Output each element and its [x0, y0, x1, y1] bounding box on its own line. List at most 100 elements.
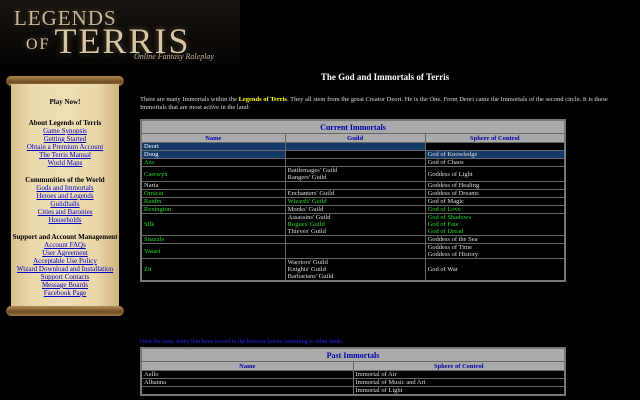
past-col-sphere: Sphere of Control	[352, 361, 566, 371]
cell-line: God of Fate	[427, 221, 459, 228]
support-link-account-faqs[interactable]: Account FAQs	[11, 241, 119, 249]
support-link-message-boards[interactable]: Message Boards	[11, 281, 119, 289]
past-caption: Past Immortals	[140, 347, 566, 362]
about-heading: About Legends of Terris	[28, 119, 102, 127]
past-immortal-sphere: Immortal of Light	[352, 386, 566, 396]
cell-line: Goddess of Healing	[427, 182, 480, 189]
immortal-name: Caerwyn	[140, 166, 286, 182]
table-row[interactable]: Snazzle Goddess of the Sea	[140, 235, 566, 244]
support-link-support-contacts[interactable]: Support Contacts	[11, 273, 119, 281]
immortal-name: Ornicat	[140, 189, 286, 198]
immortal-name: Doug	[140, 150, 286, 159]
table-row[interactable]: Doug God of Knowledge	[140, 150, 566, 159]
table-row[interactable]: Caerwyn Battlemages' Guild Rangers' Guild G…	[140, 166, 566, 182]
intro-text: There are many Immortals within the Lege…	[140, 96, 630, 112]
cell-line: Warriors' Guild	[287, 259, 328, 266]
table-row[interactable]: Alhanna Immortal of Music and Art	[140, 378, 566, 387]
immortal-guild	[284, 235, 426, 244]
immortal-sphere: God of Knowledge	[424, 150, 566, 159]
past-note: Over the eons, many that have served in …	[140, 339, 344, 345]
table-row[interactable]: Immortal of Light	[140, 386, 566, 396]
immortal-name: Vasari	[140, 243, 286, 259]
communities-heading: Communities of the World	[25, 176, 105, 184]
cell-line: Thieves' Guild	[287, 228, 326, 235]
logo-tagline: Online Fantasy Roleplay	[134, 52, 214, 61]
immortal-guild: Warriors' Guild Knights' Guild Barbarians'…	[284, 258, 426, 282]
sidebar-scroll: Play Now! About Legends of Terris Game S…	[6, 76, 124, 316]
cell-line: Barbarians' Guild	[287, 273, 334, 280]
table-row[interactable]: Rexington Monks' Guild God of Love	[140, 205, 566, 214]
cell-line: Wizards' Guild	[287, 198, 327, 205]
cell-line: God of War	[427, 266, 458, 273]
support-link-user-agreement[interactable]: User Agreement	[11, 249, 119, 257]
table-row[interactable]: Deori	[140, 142, 566, 151]
table-row[interactable]: Axs God of Chaos	[140, 158, 566, 167]
past-immortals-table: Past Immortals Name Sphere of Control Ae…	[140, 347, 566, 396]
cell-line: Knights' Guild	[287, 266, 326, 273]
logo-of: OF	[26, 35, 51, 53]
immortal-name: Rexington	[140, 205, 286, 214]
cell-line: God of Magic	[427, 198, 465, 205]
immortal-sphere: God of Chaos	[424, 158, 566, 167]
immortal-guild: Assassins' Guild Rogues' Guild Thieves' Gu…	[284, 213, 426, 236]
cell-line: God of Shadows	[427, 214, 471, 221]
immortal-sphere: Goddess of Dreams	[424, 189, 566, 198]
cell-line: Goddess of Light	[427, 170, 473, 178]
about-link-world-maps[interactable]: World Maps	[11, 159, 119, 167]
table-row[interactable]: Vasari Goddess of Time Goddess of History	[140, 243, 566, 259]
cell-line: Goddess of the Sea	[427, 236, 478, 243]
immortal-sphere: God of Magic	[424, 197, 566, 206]
immortal-guild	[284, 150, 426, 159]
communities-link-cities-and-baronies[interactable]: Cities and Baronies	[11, 208, 119, 216]
immortal-name: Raidin	[140, 197, 286, 206]
intro-highlight: Legends of Terris	[238, 96, 287, 103]
support-link-wizard-download-and-installation[interactable]: Wizard Download and Installation	[11, 265, 119, 273]
cell-line: Enchanters' Guild	[287, 190, 335, 197]
immortal-sphere: God of Love	[424, 205, 566, 214]
communities-link-guildhalls[interactable]: Guildhalls	[11, 200, 119, 208]
past-immortal-name	[140, 386, 354, 396]
about-link-getting-started[interactable]: Getting Started	[11, 135, 119, 143]
scroll-bottom-roll	[6, 306, 124, 316]
immortal-name: Silk	[140, 213, 286, 236]
about-link-the-terris-manual[interactable]: The Terris Manual	[11, 151, 119, 159]
table-row[interactable]: Ornicat Enchanters' Guild Goddess of Dream…	[140, 189, 566, 198]
cell-line: Battlemages' Guild	[287, 167, 338, 174]
communities-link-gods-and-immortals[interactable]: Gods and Immortals	[11, 184, 119, 192]
immortal-guild: Battlemages' Guild Rangers' Guild	[284, 166, 426, 182]
immortal-name: Axs	[140, 158, 286, 167]
about-link-obtain-a-premium-account[interactable]: Obtain a Premium Account	[11, 143, 119, 151]
cell-line: Rogues' Guild	[287, 221, 325, 228]
col-guild: Guild	[284, 133, 426, 143]
about-link-game-synopsis[interactable]: Game Synopsis	[11, 127, 119, 135]
table-row[interactable]: Silk Assassins' Guild Rogues' Guild Thieves…	[140, 213, 566, 236]
table-row[interactable]: Raidin Wizards' Guild God of Magic	[140, 197, 566, 206]
cell-line: Goddess of Time	[427, 244, 472, 251]
page-title: The God and Immortals of Terris	[320, 72, 450, 82]
support-link-acceptable-use-policy[interactable]: Acceptable Use Policy	[11, 257, 119, 265]
past-immortal-name: Aello	[140, 370, 354, 379]
past-immortal-name: Alhanna	[140, 378, 354, 387]
communities-link-heroes-and-legends[interactable]: Heroes and Legends	[11, 192, 119, 200]
immortal-sphere: Goddess of Time Goddess of History	[424, 243, 566, 259]
table-row[interactable]: Zit Warriors' Guild Knights' Guild Barbaria…	[140, 258, 566, 282]
support-heading: Support and Account Management	[12, 233, 118, 241]
immortal-guild: Wizards' Guild	[284, 197, 426, 206]
table-row[interactable]: Aello Immortal of Air	[140, 370, 566, 379]
immortal-guild: Enchanters' Guild	[284, 189, 426, 198]
immortal-guild	[284, 243, 426, 259]
col-sphere: Sphere of Control	[424, 133, 566, 143]
table-row[interactable]: Naria Goddess of Healing	[140, 181, 566, 190]
sidebar-nav: Play Now! About Legends of Terris Game S…	[11, 84, 119, 308]
support-link-facebook-page[interactable]: Facebook Page	[11, 289, 119, 297]
immortal-guild: Monks' Guild	[284, 205, 426, 214]
communities-link-households[interactable]: Households	[11, 216, 119, 224]
immortal-guild	[284, 158, 426, 167]
site-logo[interactable]: LEGENDS OF TERRIS Online Fantasy Roleplay	[0, 0, 240, 66]
cell-line: Goddess of History	[427, 251, 479, 258]
past-immortal-sphere: Immortal of Music and Art	[352, 378, 566, 387]
cell-line: Assassins' Guild	[287, 214, 331, 221]
past-immortal-sphere: Immortal of Air	[352, 370, 566, 379]
col-name: Name	[140, 133, 286, 143]
immortal-name: Zit	[140, 258, 286, 282]
